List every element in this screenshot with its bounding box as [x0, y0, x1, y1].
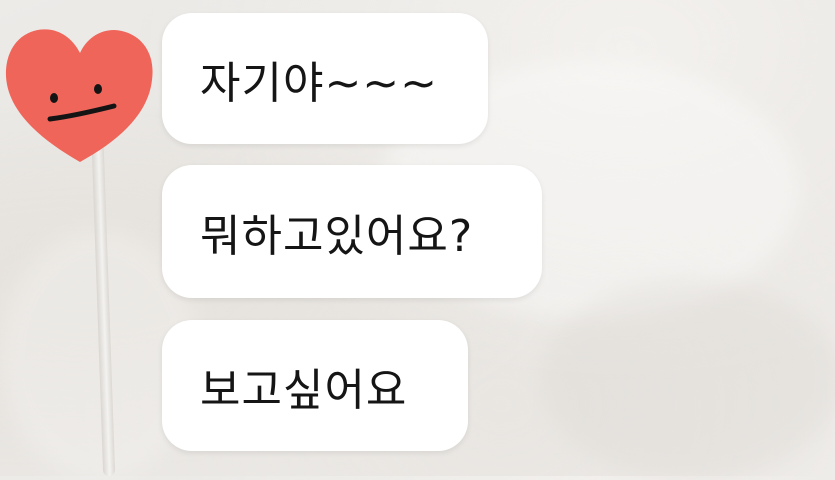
message-text: 자기야~~~: [200, 57, 439, 109]
heart-eye-right: [94, 84, 102, 94]
chat-message-1[interactable]: 자기야~~~: [162, 13, 488, 144]
avatar[interactable]: [0, 10, 160, 170]
background-pole: [90, 119, 116, 477]
message-text: 보고싶어요: [200, 364, 408, 416]
chat-message-3[interactable]: 보고싶어요: [162, 320, 468, 451]
chat-message-2[interactable]: 뭐하고있어요?: [162, 165, 542, 298]
message-text: 뭐하고있어요?: [200, 210, 474, 262]
heart-eye-left: [50, 93, 58, 103]
smiling-heart-icon: [5, 29, 153, 162]
heart-shape: [5, 29, 153, 162]
